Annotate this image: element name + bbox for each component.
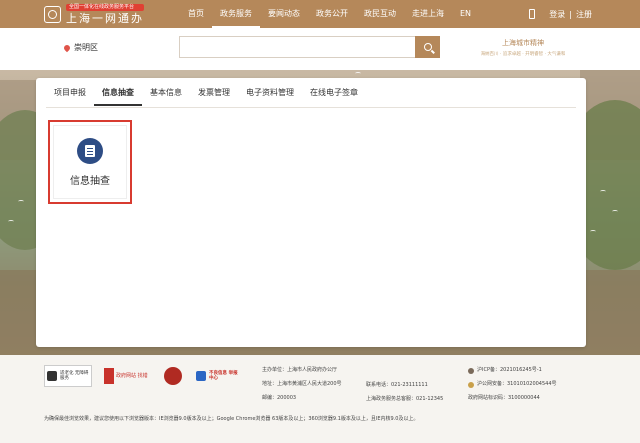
address-text: 地址：上海市黄浦区人民大道200号: [262, 381, 342, 387]
mobile-phone-icon[interactable]: [529, 9, 536, 19]
find-error-badge[interactable]: 政府网站 找错: [104, 365, 152, 387]
login-link[interactable]: 登录: [549, 9, 565, 20]
accessibility-badge[interactable]: 适老化 无障碍服务: [44, 365, 92, 387]
search-icon: [423, 43, 432, 51]
postcode-text: 邮编：200003: [262, 395, 297, 401]
magnifier-flag-icon: [104, 368, 114, 384]
logo-title: 上海一网通办: [66, 12, 144, 25]
location-pin-icon: [62, 43, 72, 52]
user-actions: 登录 | 注册: [529, 0, 592, 28]
slogan-subtitle: 海纳百川 · 追求卓越 · 开明睿智 · 大气谦和: [480, 52, 566, 57]
bird-shape: [18, 200, 24, 203]
card-label: 信息抽查: [70, 175, 110, 187]
bird-shape: [590, 230, 596, 233]
hotline-text: 上海政务服务总客服：021-12345: [366, 396, 444, 402]
search-input[interactable]: [179, 36, 415, 58]
footer-phone-info: 联系电话：021-23111111 上海政务服务总客服：021-12345: [366, 382, 443, 410]
nav-item-home[interactable]: 首页: [180, 0, 212, 28]
footer-badges: 适老化 无障碍服务 政府网站 找错 不良信息 举报中心: [44, 365, 254, 387]
report-center-badge[interactable]: 不良信息 举报中心: [194, 365, 242, 387]
site-code-text: 政府网站标识码：3100000044: [468, 395, 540, 401]
info-spot-check-card[interactable]: 信息抽查: [48, 120, 132, 204]
main-panel: 项目申报 信息抽查 基本信息 发票管理 电子资料管理 在线电子签章 信息抽查: [36, 78, 586, 347]
tab-basic-info[interactable]: 基本信息: [142, 78, 190, 106]
search-button[interactable]: [415, 36, 440, 58]
police-link[interactable]: 沪公网安备：31010102004544号: [477, 381, 557, 388]
tab-invoice-management[interactable]: 发票管理: [190, 78, 238, 106]
slogan-title: 上海城市精神: [502, 39, 544, 47]
report-icon: [196, 371, 206, 381]
nav-item-gov-public[interactable]: 政务公开: [308, 0, 356, 28]
tab-project-application[interactable]: 项目申报: [46, 78, 94, 106]
main-nav: 首页 政务服务 要闻动态 政务公开 政民互动 走进上海 EN: [180, 0, 479, 28]
logo-mark-icon: [44, 5, 61, 23]
tab-e-document-management[interactable]: 电子资料管理: [238, 78, 302, 106]
location-label: 崇明区: [74, 43, 98, 52]
nav-item-gov-services[interactable]: 政务服务: [212, 0, 260, 28]
bird-shape: [600, 190, 606, 193]
icp-link[interactable]: 沪ICP备：2021016245号-1: [477, 367, 542, 374]
bird-shape: [355, 72, 361, 75]
accessibility-icon: [47, 371, 57, 381]
nav-item-about-shanghai[interactable]: 走进上海: [404, 0, 452, 28]
icp-icon: [468, 367, 474, 374]
register-link[interactable]: 注册: [576, 9, 592, 20]
party-emblem-badge[interactable]: [164, 367, 182, 385]
nav-item-interaction[interactable]: 政民互动: [356, 0, 404, 28]
nav-item-english[interactable]: EN: [452, 0, 479, 28]
bird-shape: [8, 220, 14, 223]
tab-divider: [46, 107, 576, 108]
tab-online-e-signature[interactable]: 在线电子签章: [302, 78, 366, 106]
city-spirit-slogan: 上海城市精神 海纳百川 · 追求卓越 · 开明睿智 · 大气谦和: [468, 38, 578, 57]
logo-subtitle: 全国一体化在线政务服务平台: [66, 4, 144, 11]
document-list-icon: [77, 137, 103, 164]
phone-text: 联系电话：021-23111111: [366, 382, 428, 388]
bird-shape: [612, 210, 618, 213]
site-logo[interactable]: 全国一体化在线政务服务平台 上海一网通办: [44, 3, 144, 25]
function-tabs: 项目申报 信息抽查 基本信息 发票管理 电子资料管理 在线电子签章: [46, 78, 366, 106]
police-badge-icon: [468, 381, 474, 388]
nav-item-news[interactable]: 要闻动态: [260, 0, 308, 28]
separator: |: [569, 9, 572, 19]
top-navigation-bar: 全国一体化在线政务服务平台 上海一网通办 首页 政务服务 要闻动态 政务公开 政…: [0, 0, 640, 28]
tab-info-spot-check[interactable]: 信息抽查: [94, 78, 142, 106]
emblem-icon: [164, 367, 182, 385]
organizer-text: 主办单位：上海市人民政府办公厅: [262, 367, 338, 373]
location-selector[interactable]: 崇明区: [62, 42, 98, 53]
search-bar: 崇明区 上海城市精神 海纳百川 · 追求卓越 · 开明睿智 · 大气谦和: [0, 28, 640, 70]
browser-notice: 为确保最佳浏览效果，建议您使用以下浏览器版本：IE浏览器9.0版本及以上；Goo…: [44, 416, 419, 422]
footer-contact-info: 主办单位：上海市人民政府办公厅 地址：上海市黄浦区人民大道200号 邮编：200…: [262, 367, 342, 409]
site-footer: 适老化 无障碍服务 政府网站 找错 不良信息 举报中心 主办单位：上海市人民政府…: [0, 355, 640, 443]
footer-registration-info: 沪ICP备：2021016245号-1 沪公网安备：31010102004544…: [468, 367, 557, 409]
